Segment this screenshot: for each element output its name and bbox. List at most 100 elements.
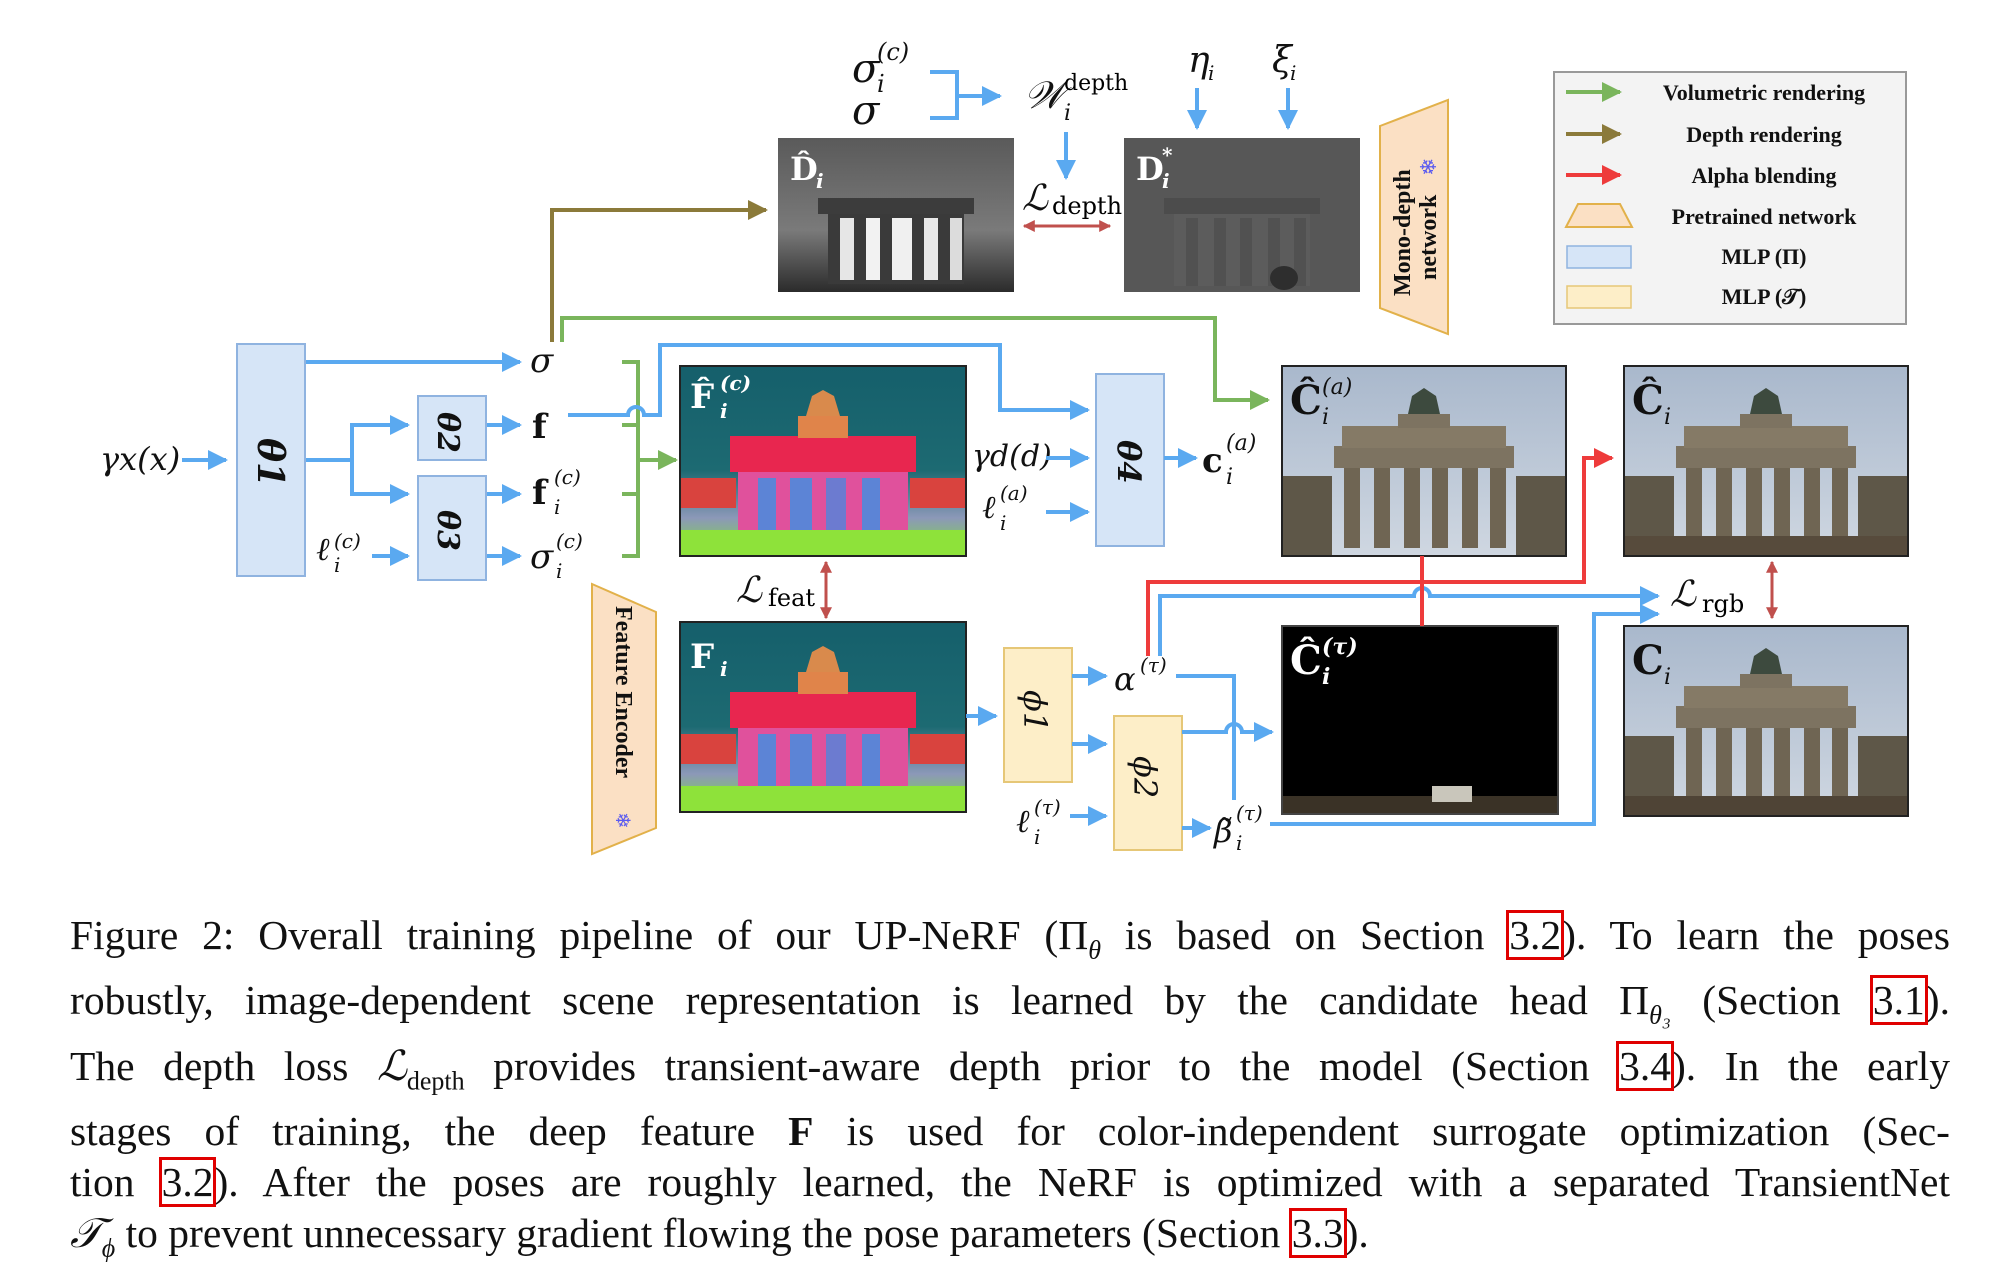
l-c-sup: (c) — [334, 529, 361, 553]
mono-depth-network: Mono-depth network ❄ — [1379, 98, 1449, 336]
d-star-sub: i — [1162, 169, 1170, 193]
f-i-sub: i — [720, 657, 728, 681]
c-hat-a-sub: i — [1322, 405, 1329, 430]
c-hat-a-label: Ĉ — [1290, 377, 1322, 424]
arrow-theta1-split — [306, 423, 405, 496]
caption-text: θ₃ — [1649, 1000, 1671, 1030]
c-a-sup: (a) — [1226, 431, 1256, 456]
composite-render-image: Ĉ i — [1623, 365, 1909, 557]
rendered-feature-image: F̂ (c) i — [679, 365, 967, 557]
beta-t: β̃ — [1213, 812, 1233, 850]
section-reference-link[interactable]: 3.2 — [1506, 910, 1565, 960]
bracket-arrow-to-w — [930, 70, 1000, 120]
section-reference-link[interactable]: 3.3 — [1288, 1207, 1347, 1258]
d-hat-label: D̂ — [790, 150, 818, 188]
snowflake-icon: ❄ — [611, 812, 633, 829]
l-t-sub: i — [1034, 825, 1040, 849]
beta-t-sub: i — [1236, 831, 1242, 855]
loss-feat-sub: feat — [768, 584, 815, 612]
caption-line: robustly, image-dependent scene represen… — [70, 975, 1950, 1040]
legend-label-mlp-t: MLP (𝒯) — [1722, 284, 1807, 309]
caption-text: ). — [1925, 977, 1950, 1024]
c-hat-t-sub: i — [1322, 664, 1330, 690]
loss-feat: ℒ — [736, 570, 763, 611]
c-hat-t-sup: (τ) — [1322, 634, 1358, 660]
input-gamma-x: γx(x) — [100, 440, 180, 478]
caption-text: to prevent unnecessary gradient flowing … — [115, 1209, 1291, 1256]
caption-line: tion 3.2). After the poses are roughly l… — [70, 1156, 1950, 1208]
legend-mlp-pi-swatch — [1566, 245, 1632, 269]
transient-render-image: Ĉ (τ) i — [1281, 625, 1559, 815]
c-gt-label: C — [1632, 637, 1664, 684]
caption-text: The depth loss — [70, 1042, 377, 1089]
deep-feature-image: F i — [679, 621, 967, 813]
caption-text: ϕ — [101, 1233, 116, 1263]
theta4-label: θ4 — [1110, 440, 1148, 484]
legend-label-depth: Depth rendering — [1686, 122, 1841, 147]
caption-text: 𝒯 — [70, 1209, 102, 1256]
mono-depth-label-2: network — [1416, 194, 1442, 280]
c-a-sub: i — [1226, 465, 1233, 490]
caption-text: depth — [406, 1065, 465, 1095]
caption-line: 𝒯ϕ to prevent unnecessary gradient flowi… — [70, 1207, 1950, 1273]
caption-text: is used for color-independent surrogate … — [813, 1107, 1950, 1154]
l-c-sub: i — [334, 553, 340, 577]
eta: η — [1188, 40, 1210, 81]
f-i-label: F — [690, 637, 714, 677]
caption-text: tion — [70, 1158, 161, 1205]
legend-label-mlp-pi: MLP (Π) — [1722, 244, 1807, 269]
f-hat-c-label: F̂ — [690, 376, 714, 417]
legend-trapezoid-icon — [1564, 203, 1634, 228]
c-hat-sub: i — [1664, 405, 1671, 430]
pipeline-diagram: Volumetric rendering Depth rendering Alp… — [100, 38, 1909, 856]
section-reference-link[interactable]: 3.2 — [158, 1156, 217, 1207]
legend-label-pretrained: Pretrained network — [1672, 204, 1857, 229]
c-hat-t-label: Ĉ — [1290, 637, 1322, 684]
f-c-sub: i — [554, 495, 560, 519]
mono-depth-label-1: Mono-depth — [1390, 169, 1416, 296]
loss-depth-sub: depth — [1052, 192, 1122, 220]
sigma-out: σ — [530, 341, 554, 381]
f-hat-c-sub: i — [720, 399, 728, 423]
caption-text: ). — [1344, 1209, 1369, 1256]
section-reference-link[interactable]: 3.1 — [1869, 975, 1928, 1026]
theta3-label: θ3 — [430, 510, 465, 551]
sigma-c-out: σ — [530, 537, 554, 577]
legend: Volumetric rendering Depth rendering Alp… — [1553, 71, 1907, 325]
l-a-sup: (a) — [1000, 481, 1028, 505]
eta-sub: i — [1208, 61, 1214, 85]
c-hat-a-sup: (a) — [1322, 375, 1352, 400]
caption-text: (Section — [1670, 977, 1872, 1024]
caption-text: ). To learn the poses — [1562, 912, 1950, 958]
caption-text: F — [788, 1107, 814, 1154]
section-reference-link[interactable]: 3.4 — [1616, 1040, 1674, 1091]
c-gt-sub: i — [1664, 665, 1671, 690]
feature-encoder: Feature Encoder ❄ — [591, 582, 657, 856]
f-c-out: f — [532, 473, 549, 513]
caption-text: ). After the poses are roughly learned, … — [214, 1158, 1950, 1205]
l-c: ℓ — [316, 530, 330, 568]
depth-render-image: D̂ i — [778, 138, 1014, 292]
caption-line: The depth loss ℒdepth provides transient… — [70, 1040, 1950, 1106]
f-c-sup: (c) — [554, 465, 581, 489]
sigma-c-sub: i — [556, 559, 562, 583]
loss-rgb-sub: rgb — [1702, 590, 1744, 618]
alpha-t-sup: (τ) — [1140, 653, 1167, 677]
l-a-sub: i — [1000, 511, 1006, 535]
caption-text: is based on Section — [1100, 912, 1509, 958]
caption-text: ). In the early — [1671, 1042, 1950, 1089]
f-out: f — [532, 407, 549, 447]
c-a-out: c — [1202, 441, 1223, 481]
caption-text: θ — [1088, 935, 1101, 965]
caption-text: ℒ — [376, 1042, 407, 1089]
depth-branch: σ (c) i σ 𝒲 depth i η i ξ i D̂ i D * i ℒ… — [778, 38, 1449, 336]
loss-rgb: ℒ — [1670, 574, 1697, 615]
caption-line: Figure 2: Overall training pipeline of o… — [70, 910, 1950, 975]
xi-sub: i — [1290, 61, 1296, 85]
beta-t-sup: (τ) — [1236, 801, 1263, 825]
caption-text: provides transient-aware depth prior to … — [464, 1042, 1619, 1089]
depth-render-arrow — [550, 200, 768, 342]
phi2-label: ϕ2 — [1126, 756, 1164, 798]
w-depth-sup: depth — [1064, 71, 1128, 96]
legend-mlp-t-swatch — [1566, 285, 1632, 309]
